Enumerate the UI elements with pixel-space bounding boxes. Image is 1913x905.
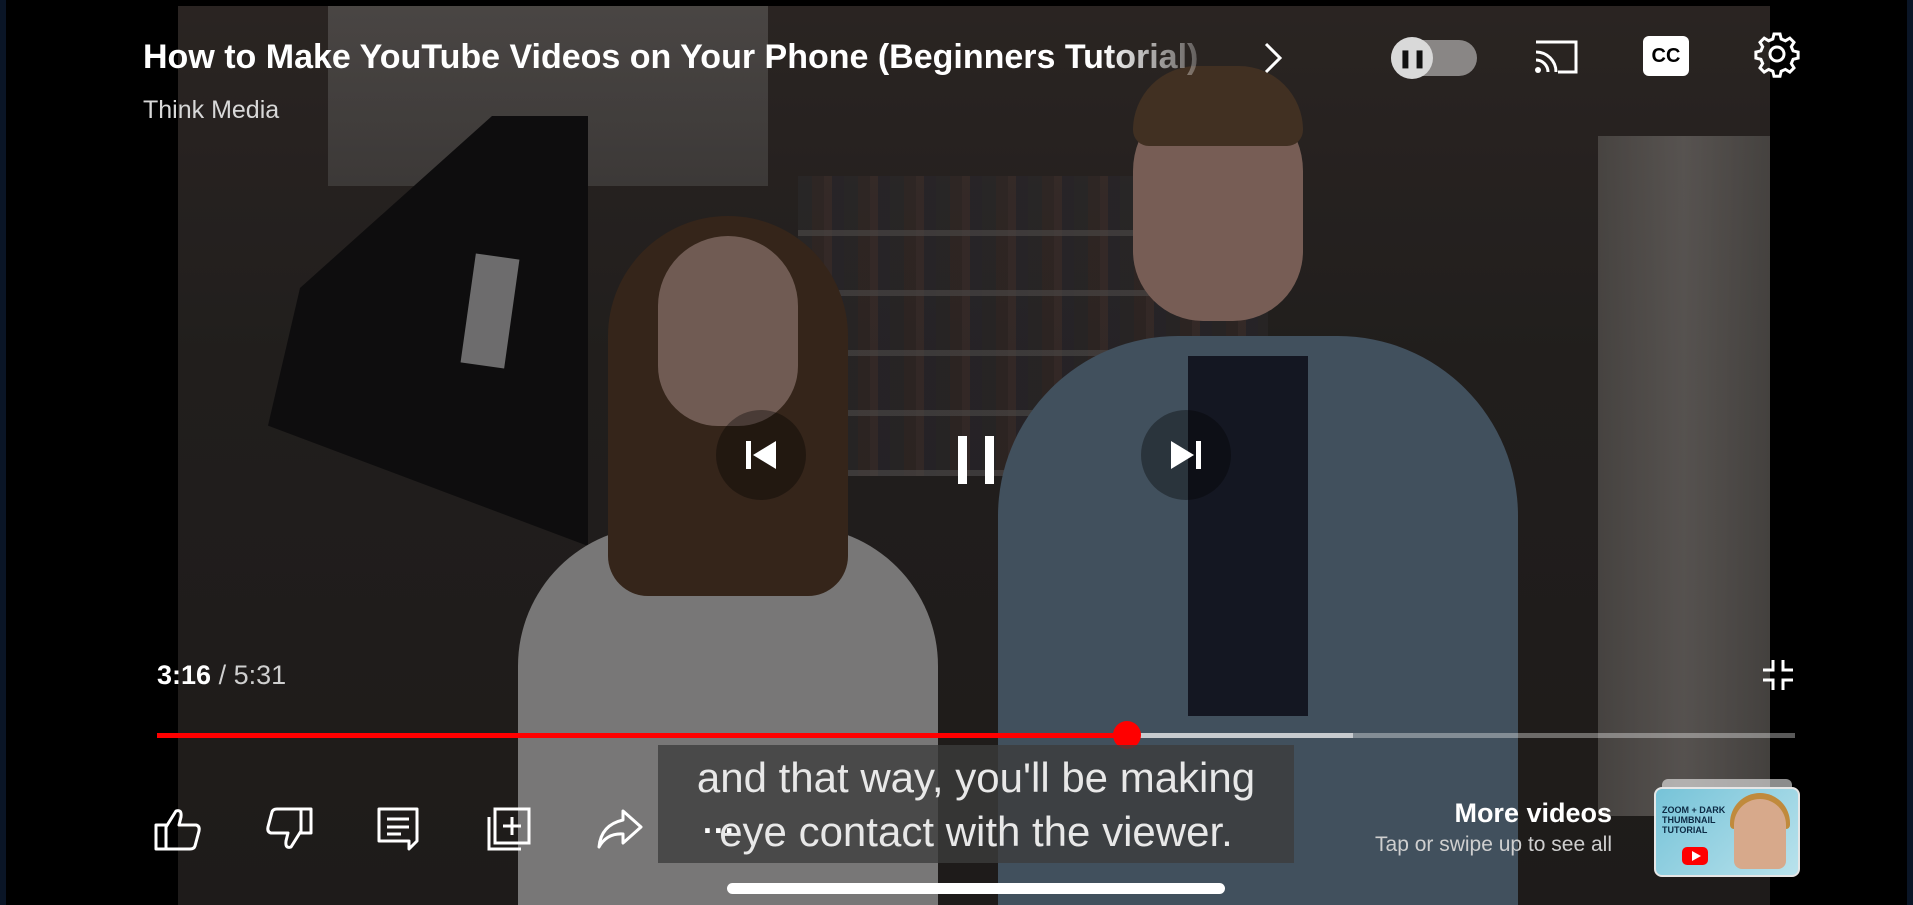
comments-button[interactable]	[373, 803, 425, 855]
thumbnail-person-face	[1734, 799, 1786, 869]
autoplay-toggle[interactable]: ❚❚	[1391, 37, 1477, 79]
next-video-button[interactable]	[1141, 410, 1231, 500]
pause-icon: ❚❚	[1391, 37, 1433, 79]
home-indicator[interactable]	[727, 883, 1225, 894]
gear-icon[interactable]	[1753, 30, 1801, 78]
youtube-logo-icon	[1682, 847, 1708, 865]
player-top-bar: How to Make YouTube Videos on Your Phone…	[6, 0, 1907, 130]
dislike-button[interactable]	[263, 803, 315, 855]
more-options-button[interactable]: ...	[703, 806, 755, 864]
chevron-right-icon[interactable]	[1258, 38, 1288, 78]
caption-line: eye contact with the viewer.	[719, 808, 1233, 855]
channel-name[interactable]: Think Media	[143, 96, 279, 125]
cast-icon[interactable]	[1532, 36, 1580, 78]
more-videos-thumbnail[interactable]: ZOOM + DARK THUMBNAIL TUTORIAL	[1654, 787, 1800, 877]
caption-line: and that way, you'll be making	[696, 754, 1256, 801]
comment-icon	[377, 807, 419, 851]
closed-captions-icon[interactable]: CC	[1643, 36, 1689, 76]
progress-played	[157, 733, 1127, 738]
video-title[interactable]: How to Make YouTube Videos on Your Phone…	[143, 38, 1233, 77]
more-videos-hint: Tap or swipe up to see all	[1375, 833, 1612, 856]
thumbnail-text: ZOOM + DARK THUMBNAIL TUTORIAL	[1662, 805, 1726, 835]
previous-video-button[interactable]	[716, 410, 806, 500]
pause-icon	[958, 436, 994, 484]
time-display: 3:16 / 5:31	[157, 660, 286, 691]
skip-next-icon	[1171, 441, 1201, 469]
share-icon	[597, 809, 643, 849]
more-videos-title[interactable]: More videos	[1454, 798, 1612, 829]
skip-previous-icon	[746, 441, 776, 469]
time-separator: /	[218, 660, 227, 690]
play-pause-button[interactable]	[926, 410, 1026, 510]
save-to-playlist-button[interactable]	[483, 803, 535, 855]
add-to-playlist-icon	[487, 807, 531, 851]
thumbs-down-icon	[266, 807, 313, 849]
share-button[interactable]	[593, 803, 645, 855]
current-time: 3:16	[157, 660, 212, 690]
progress-bar[interactable]	[157, 721, 1795, 749]
duration: 5:31	[233, 660, 287, 690]
like-button[interactable]	[152, 803, 204, 855]
video-player[interactable]: How to Make YouTube Videos on Your Phone…	[6, 0, 1907, 905]
thumbs-up-icon	[154, 809, 201, 851]
exit-fullscreen-icon[interactable]	[1761, 658, 1795, 692]
